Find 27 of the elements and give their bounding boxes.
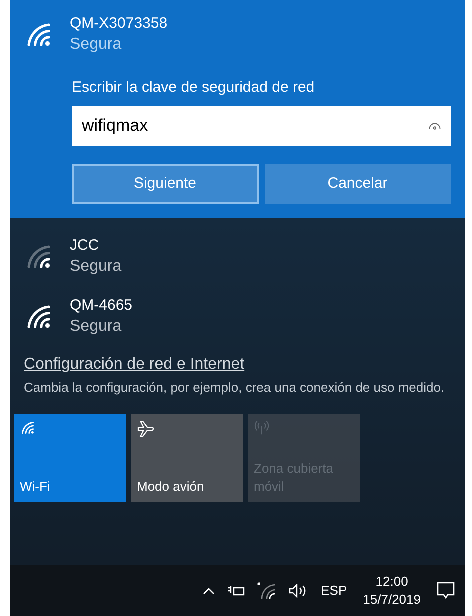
next-button[interactable]: Siguiente [72,164,258,204]
network-status: Segura [70,35,123,55]
battery-icon[interactable] [227,584,246,596]
network-name: JCC [70,236,100,256]
notification-icon[interactable] [437,582,455,600]
clock[interactable]: 12:00 15/7/2019 [359,572,425,608]
network-settings-link[interactable]: Configuración de red e Internet [24,354,451,376]
network-status: Segura [70,257,122,277]
airplane-icon [137,420,155,438]
network-name: QM-X3073358 [70,14,168,34]
language-indicator[interactable]: ESP [321,580,348,600]
chevron-up-icon[interactable] [203,586,216,594]
airplane-tile[interactable]: Modo avión [131,414,243,502]
password-field[interactable]: wifiqmax [72,106,451,146]
wifi-icon[interactable] [257,582,278,600]
network-item[interactable]: JCC Segura [10,222,465,282]
settings-description: Cambia la configuración, por ejemplo, crea una conexión de uso medido. [24,379,446,397]
network-item-selected[interactable]: QM-X3073358 Segura Escribir la clave de seguridad de red wifiqmax Siguiente Cancelar [10,0,465,218]
antenna-icon [254,420,270,436]
network-status: Segura [70,317,123,337]
eye-icon[interactable] [429,122,441,130]
network-item[interactable]: QM-4665 Segura [10,282,465,342]
wifi-tile[interactable]: Wi-Fi [14,414,126,502]
wifi-icon [20,420,36,436]
password-label: Escribir la clave de seguridad de red [72,78,316,98]
network-name: QM-4665 [70,296,133,316]
cancel-button[interactable]: Cancelar [264,164,451,204]
